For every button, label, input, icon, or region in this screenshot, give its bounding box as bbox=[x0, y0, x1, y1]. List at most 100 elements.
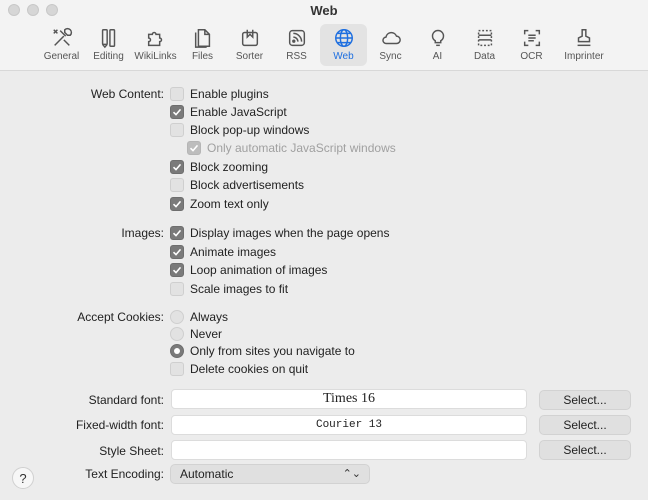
tab-ocr[interactable]: OCR bbox=[508, 24, 555, 66]
title-bar: Web General Editing WikiLinks Files Sort… bbox=[0, 0, 648, 71]
up-down-chevron-icon: ⌃⌄ bbox=[342, 468, 361, 480]
tab-label: Web bbox=[333, 51, 354, 62]
checkmark-icon bbox=[172, 248, 182, 256]
display-images-checkbox[interactable]: Display images when the page opens bbox=[170, 224, 389, 242]
checkbox-label: Enable JavaScript bbox=[190, 105, 287, 119]
enable-javascript-checkbox[interactable]: Enable JavaScript bbox=[170, 103, 287, 121]
checkbox-box bbox=[187, 141, 201, 155]
zoom-text-only-checkbox[interactable]: Zoom text only bbox=[170, 195, 269, 213]
checkbox-box[interactable] bbox=[170, 178, 184, 192]
cookies-never-radio[interactable]: Never bbox=[170, 325, 222, 343]
tab-editing[interactable]: Editing bbox=[85, 24, 132, 66]
tab-imprinter[interactable]: Imprinter bbox=[555, 24, 613, 66]
text-encoding-select[interactable]: Automatic ⌃⌄ bbox=[170, 464, 370, 484]
tab-rss[interactable]: RSS bbox=[273, 24, 320, 66]
window-title: Web bbox=[310, 3, 338, 18]
enable-plugins-checkbox[interactable]: Enable plugins bbox=[170, 85, 269, 103]
checkbox-label: Block pop-up windows bbox=[190, 123, 310, 137]
stamp-icon bbox=[577, 29, 591, 47]
cookies-always-radio[interactable]: Always bbox=[170, 308, 228, 326]
help-button[interactable]: ? bbox=[12, 467, 34, 489]
tab-label: RSS bbox=[286, 51, 307, 62]
checkmark-icon bbox=[172, 200, 182, 208]
tab-label: Sorter bbox=[235, 51, 264, 62]
tab-web[interactable]: Web bbox=[320, 24, 367, 66]
checkbox-box[interactable] bbox=[170, 123, 184, 137]
tab-label: WikiLinks bbox=[134, 51, 177, 62]
standard-font-select-button[interactable]: Select... bbox=[539, 390, 631, 410]
tab-files[interactable]: Files bbox=[179, 24, 226, 66]
radio-circle[interactable] bbox=[170, 344, 184, 358]
checkmark-icon bbox=[172, 163, 182, 171]
checkbox-box[interactable] bbox=[170, 87, 184, 101]
tab-sync[interactable]: Sync bbox=[367, 24, 414, 66]
checkbox-label: Block advertisements bbox=[190, 178, 305, 192]
checkbox-label: Enable plugins bbox=[190, 87, 269, 101]
radio-circle[interactable] bbox=[170, 327, 184, 341]
rss-icon bbox=[288, 29, 305, 47]
checkbox-box[interactable] bbox=[170, 362, 184, 376]
checkbox-label: Loop animation of images bbox=[190, 263, 328, 277]
checkbox-box[interactable] bbox=[170, 245, 184, 259]
block-advertisements-checkbox[interactable]: Block advertisements bbox=[170, 176, 304, 194]
tab-label: Files bbox=[191, 51, 214, 62]
animate-images-checkbox[interactable]: Animate images bbox=[170, 243, 276, 261]
block-zooming-checkbox[interactable]: Block zooming bbox=[170, 158, 268, 176]
style-sheet-label: Style Sheet: bbox=[99, 444, 164, 458]
tab-sorter[interactable]: Sorter bbox=[226, 24, 273, 66]
pencil-icon bbox=[101, 29, 115, 49]
checkbox-label: Block zooming bbox=[190, 160, 269, 174]
tab-label: Imprinter bbox=[564, 51, 604, 62]
puzzle-icon bbox=[147, 31, 162, 47]
only-automatic-js-windows-checkbox: Only automatic JavaScript windows bbox=[187, 139, 396, 157]
tab-label: Sync bbox=[379, 51, 402, 62]
tab-ai[interactable]: AI bbox=[414, 24, 461, 66]
tools-icon bbox=[52, 27, 72, 46]
tab-wikilinks[interactable]: WikiLinks bbox=[132, 24, 179, 66]
checkbox-box[interactable] bbox=[170, 282, 184, 296]
files-icon bbox=[194, 29, 210, 48]
checkbox-box[interactable] bbox=[170, 197, 184, 211]
fixed-width-font-select-button[interactable]: Select... bbox=[539, 415, 631, 435]
cloud-icon bbox=[381, 31, 401, 45]
radio-circle[interactable] bbox=[170, 310, 184, 324]
scale-images-checkbox[interactable]: Scale images to fit bbox=[170, 280, 288, 298]
checkbox-box[interactable] bbox=[170, 160, 184, 174]
checkmark-icon bbox=[189, 144, 199, 152]
standard-font-field: Times 16 bbox=[171, 389, 527, 409]
sorter-icon bbox=[241, 29, 258, 47]
tab-data[interactable]: Data bbox=[461, 24, 508, 66]
accept-cookies-label: Accept Cookies: bbox=[77, 310, 164, 324]
style-sheet-field[interactable] bbox=[171, 440, 527, 460]
tab-general[interactable]: General bbox=[38, 24, 85, 66]
lightbulb-icon bbox=[431, 29, 444, 47]
standard-font-label: Standard font: bbox=[88, 393, 164, 407]
delete-cookies-on-quit-checkbox[interactable]: Delete cookies on quit bbox=[170, 360, 308, 378]
radio-label: Only from sites you navigate to bbox=[190, 344, 355, 358]
checkbox-box[interactable] bbox=[170, 105, 184, 119]
tab-label: OCR bbox=[520, 51, 543, 62]
tab-label: Editing bbox=[93, 51, 124, 62]
style-sheet-select-button[interactable]: Select... bbox=[539, 440, 631, 460]
fixed-width-font-field: Courier 13 bbox=[171, 415, 527, 435]
radio-label: Never bbox=[190, 327, 223, 341]
tab-label: AI bbox=[432, 51, 443, 62]
checkbox-label: Delete cookies on quit bbox=[190, 362, 309, 376]
cookies-only-from-sites-radio[interactable]: Only from sites you navigate to bbox=[170, 342, 355, 360]
checkbox-box[interactable] bbox=[170, 226, 184, 240]
checkmark-icon bbox=[172, 108, 182, 116]
tab-label: Data bbox=[473, 51, 496, 62]
checkbox-label: Zoom text only bbox=[190, 197, 269, 211]
web-preferences-pane: Web Content: Enable plugins Enable JavaS… bbox=[0, 71, 648, 500]
checkbox-label: Only automatic JavaScript windows bbox=[207, 141, 396, 155]
checkmark-icon bbox=[172, 229, 182, 237]
checkbox-label: Scale images to fit bbox=[190, 282, 289, 296]
loop-animation-checkbox[interactable]: Loop animation of images bbox=[170, 261, 327, 279]
radio-label: Always bbox=[190, 310, 229, 324]
preferences-toolbar: General Editing WikiLinks Files Sorter R… bbox=[38, 24, 613, 68]
block-popups-checkbox[interactable]: Block pop-up windows bbox=[170, 121, 309, 139]
web-content-label: Web Content: bbox=[90, 87, 164, 101]
data-icon bbox=[477, 29, 492, 47]
checkbox-box[interactable] bbox=[170, 263, 184, 277]
checkbox-label: Display images when the page opens bbox=[190, 226, 390, 240]
